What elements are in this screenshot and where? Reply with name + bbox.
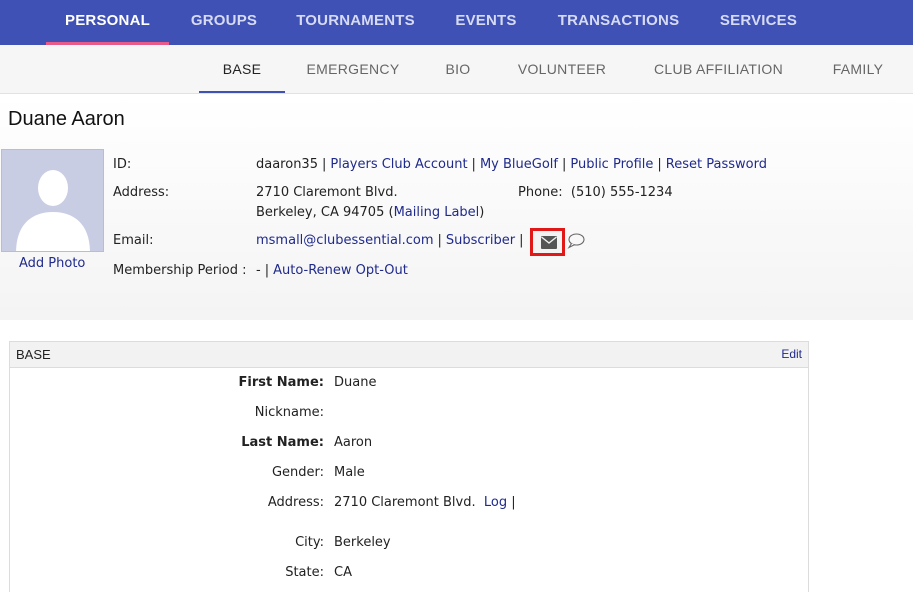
phone-row: Phone: (510) 555-1234 <box>518 185 673 200</box>
field-value: Male <box>334 465 365 480</box>
subtab-volunteer[interactable]: VOLUNTEER <box>507 45 617 93</box>
subtab-club-affiliation[interactable]: CLUB AFFILIATION <box>640 45 797 93</box>
reset-password-link[interactable]: Reset Password <box>666 157 767 172</box>
field-state: State: CA <box>10 565 808 585</box>
field-value-row: 2710 Claremont Blvd. Log | <box>334 495 516 510</box>
subscriber-link[interactable]: Subscriber <box>446 233 515 248</box>
subtab-family[interactable]: FAMILY <box>820 45 896 93</box>
address-line1: 2710 Claremont Blvd. <box>256 185 398 200</box>
address-label: Address: <box>113 185 170 200</box>
field-label: State: <box>285 565 324 580</box>
edit-link[interactable]: Edit <box>781 347 802 361</box>
tab-groups[interactable]: GROUPS <box>178 0 270 45</box>
field-last-name: Last Name: Aaron <box>10 435 808 455</box>
speech-bubble-icon[interactable] <box>567 233 585 249</box>
membership-row: - | Auto-Renew Opt-Out <box>256 263 408 278</box>
field-value: Berkeley <box>334 535 391 550</box>
membership-value: - <box>256 263 261 278</box>
field-label: First Name: <box>238 375 324 390</box>
avatar-placeholder-icon <box>2 150 103 251</box>
membership-label: Membership Period : <box>113 263 247 278</box>
field-address: Address: 2710 Claremont Blvd. Log | <box>10 495 808 515</box>
profile-photo[interactable] <box>1 149 104 252</box>
member-name: Duane Aaron <box>8 108 125 130</box>
add-photo-link[interactable]: Add Photo <box>19 256 85 271</box>
sub-nav: BASE EMERGENCY BIO VOLUNTEER CLUB AFFILI… <box>0 45 913 94</box>
address-line2: Berkeley, CA 94705 <box>256 205 385 220</box>
phone-value: (510) 555-1234 <box>570 185 673 200</box>
subtab-base[interactable]: BASE <box>199 45 285 93</box>
field-city: City: Berkeley <box>10 535 808 555</box>
field-label: Gender: <box>271 465 324 480</box>
public-profile-link[interactable]: Public Profile <box>570 157 653 172</box>
base-panel: BASE Edit First Name: Duane Nickname: La… <box>9 341 809 592</box>
players-club-account-link[interactable]: Players Club Account <box>330 157 467 172</box>
field-value: Duane <box>334 375 377 390</box>
field-nickname: Nickname: <box>10 405 808 425</box>
subtab-bio[interactable]: BIO <box>432 45 484 93</box>
send-message-button[interactable] <box>530 228 565 256</box>
tab-services[interactable]: SERVICES <box>707 0 810 45</box>
field-label: Address: <box>267 495 324 510</box>
field-label: City: <box>295 535 324 550</box>
tab-personal[interactable]: PERSONAL <box>46 0 169 45</box>
id-label: ID: <box>113 157 132 172</box>
field-label: Last Name: <box>241 435 324 450</box>
field-value: Aaron <box>334 435 373 450</box>
field-first-name: First Name: Duane <box>10 375 808 395</box>
email-link[interactable]: msmall@clubessential.com <box>256 233 434 248</box>
auto-renew-opt-out-link[interactable]: Auto-Renew Opt-Out <box>273 263 408 278</box>
mailing-label-link[interactable]: Mailing Label <box>394 205 480 220</box>
tab-tournaments[interactable]: TOURNAMENTS <box>285 0 426 45</box>
address-log-link[interactable]: Log <box>484 495 507 510</box>
field-gender: Gender: Male <box>10 465 808 485</box>
email-row: msmall@clubessential.com | Subscriber | <box>256 233 524 248</box>
base-panel-title: BASE <box>16 347 51 362</box>
field-value: 2710 Claremont Blvd. <box>334 495 476 510</box>
envelope-icon <box>541 236 557 249</box>
my-bluegolf-link[interactable]: My BlueGolf <box>480 157 558 172</box>
subtab-emergency[interactable]: EMERGENCY <box>297 45 409 93</box>
profile-header: Duane Aaron Add Photo ID: daaron35 | Playe… <box>0 94 913 320</box>
id-value: daaron35 <box>256 157 318 172</box>
tab-transactions[interactable]: TRANSACTIONS <box>546 0 691 45</box>
top-nav: PERSONAL GROUPS TOURNAMENTS EVENTS TRANS… <box>0 0 913 45</box>
field-value: CA <box>334 565 352 580</box>
email-label: Email: <box>113 233 154 248</box>
tab-events[interactable]: EVENTS <box>443 0 529 45</box>
base-panel-header: BASE Edit <box>10 342 808 368</box>
id-row: daaron35 | Players Club Account | My BlueGol… <box>256 157 767 172</box>
phone-label: Phone: <box>518 185 563 200</box>
field-label: Nickname: <box>254 405 324 420</box>
address-line2-row: Berkeley, CA 94705 (Mailing Label) <box>256 205 485 220</box>
